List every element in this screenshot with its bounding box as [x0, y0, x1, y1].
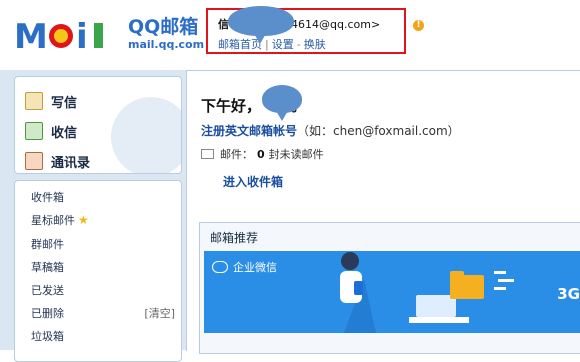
link-dash: -	[296, 38, 301, 51]
folder-group-mail[interactable]: 群邮件	[31, 236, 64, 252]
contacts-button[interactable]: 通讯录	[25, 149, 90, 173]
folder-sent[interactable]: 已发送	[31, 282, 64, 298]
compose-label: 写信	[51, 95, 78, 111]
contacts-label: 通讯录	[51, 155, 91, 171]
address-book-icon	[25, 152, 43, 170]
skin-link[interactable]: 换肤	[304, 38, 326, 51]
folder-icon	[450, 275, 484, 299]
phone-icon	[354, 281, 363, 295]
laptop-base-icon	[409, 317, 469, 323]
recommendation-panel: 邮箱推荐 企业微信 3G	[199, 222, 580, 354]
register-english-account: 注册英文邮箱帐号（如：chen@foxmail.com）	[201, 122, 460, 139]
arrow-line	[494, 287, 506, 290]
register-english-account-link[interactable]: 注册英文邮箱帐号	[201, 124, 297, 138]
pen-icon	[25, 92, 43, 110]
go-to-inbox-link[interactable]: 进入收件箱	[223, 173, 283, 190]
unread-label: 封未读邮件	[268, 148, 324, 161]
banner-illustration	[340, 252, 514, 333]
link-separator: |	[265, 38, 269, 51]
user-email: 4614@qq.com>	[291, 18, 381, 31]
folder-label: 已删除	[31, 307, 64, 320]
settings-link[interactable]: 设置	[272, 38, 294, 51]
redaction-mark	[262, 85, 302, 113]
folder-label: 星标邮件	[31, 214, 75, 227]
brand-domain: mail.qq.com	[128, 38, 205, 51]
unread-mail-summary: 邮件： 0 封未读邮件	[201, 146, 324, 162]
greeting-text: 下午好，	[201, 97, 262, 115]
receive-button[interactable]: 收信	[25, 119, 77, 143]
qq-mail-logo[interactable]: M i	[14, 14, 124, 56]
arrow-line	[494, 271, 506, 274]
person-head-icon	[341, 252, 359, 270]
envelope-icon	[201, 149, 214, 159]
receive-label: 收信	[51, 125, 78, 141]
arrow-line	[498, 279, 514, 282]
logo-letter-i: i	[76, 17, 88, 56]
mailbox-home-link[interactable]: 邮箱首页	[218, 38, 262, 51]
compose-button[interactable]: 写信	[25, 89, 77, 113]
mail-label: 邮件：	[220, 148, 253, 161]
laptop-screen-icon	[416, 295, 456, 317]
recommendation-title: 邮箱推荐	[210, 231, 259, 245]
logo-letter-l	[94, 23, 103, 48]
wecom-banner[interactable]: 企业微信 3G	[204, 251, 580, 333]
folder-starred[interactable]: 星标邮件 ★	[31, 212, 89, 228]
folder-label: 草稿箱	[31, 261, 64, 274]
folder-junk[interactable]: 垃圾箱	[31, 328, 64, 344]
brand: QQ邮箱 mail.qq.com	[128, 16, 204, 52]
folder-label: 垃圾箱	[31, 330, 64, 343]
logo-bell-icon	[54, 29, 68, 43]
compose-panel: 写信 收信 通讯录	[14, 76, 182, 174]
empty-trash-link[interactable]: [清空]	[144, 305, 175, 321]
main-content: 下午好，。 注册英文邮箱帐号（如：chen@foxmail.com） 邮件：0封…	[186, 70, 580, 354]
folder-deleted[interactable]: 已删除	[31, 305, 64, 321]
logo-letter-m: M	[14, 17, 48, 56]
folder-drafts[interactable]: 草稿箱	[31, 259, 64, 275]
folder-list: 收件箱 星标邮件 ★ 群邮件 草稿箱 已发送 已删除 [清空] 垃圾箱	[14, 180, 182, 362]
brand-name: QQ邮箱	[128, 16, 199, 38]
user-links: 邮箱首页 | 设置 - 换肤	[218, 36, 326, 52]
folder-label: 收件箱	[31, 191, 64, 204]
star-icon: ★	[78, 213, 89, 227]
qq-penguin-watermark-icon	[111, 97, 181, 173]
folder-inbox[interactable]: 收件箱	[31, 189, 64, 205]
folder-tab-icon	[450, 271, 464, 277]
inbox-download-icon	[25, 122, 43, 140]
folder-label: 已发送	[31, 284, 64, 297]
banner-3g-text: 3G	[557, 285, 580, 303]
unread-count: 0	[257, 147, 265, 161]
sidebar: 写信 收信 通讯录 收件箱 星标邮件 ★ 群邮件 草稿箱 已发送 已删除 [清空]…	[0, 70, 186, 362]
folder-label: 群邮件	[31, 238, 64, 251]
mail-header: M i QQ邮箱 mail.qq.com 信 4614@qq.com> 邮箱首页 |…	[0, 0, 580, 70]
register-hint: （如：chen@foxmail.com）	[297, 124, 460, 138]
exclamation-icon[interactable]: !	[413, 20, 424, 31]
